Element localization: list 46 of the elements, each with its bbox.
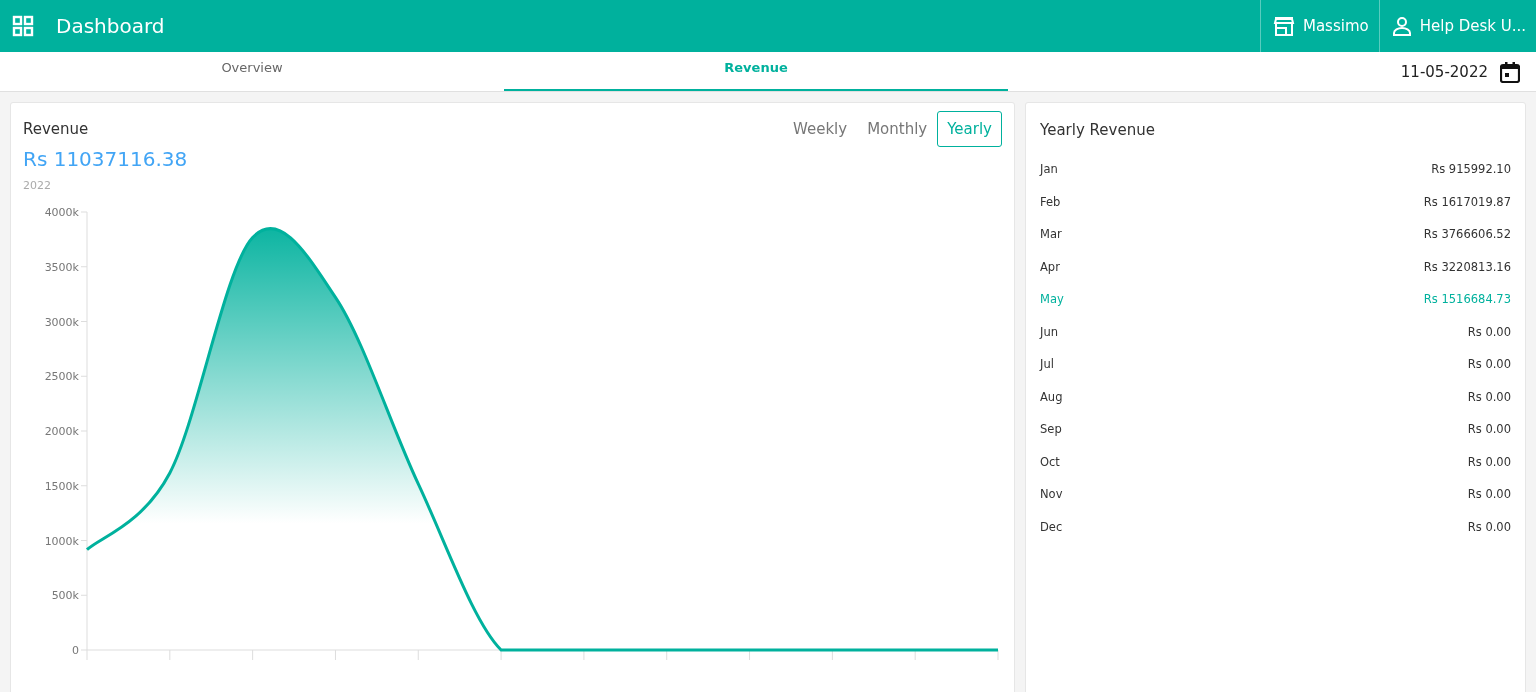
month-label: Jun bbox=[1040, 324, 1058, 339]
y-tick-label: 3500k bbox=[44, 260, 79, 274]
revenue-total: Rs 11037116.38 bbox=[23, 147, 189, 171]
period-toggle[interactable]: Yearly bbox=[937, 111, 1002, 147]
y-tick-label: 500k bbox=[51, 589, 79, 603]
amount-value: Rs 0.00 bbox=[1467, 422, 1511, 437]
month-label: Apr bbox=[1040, 259, 1060, 274]
year-label: 2022 bbox=[23, 179, 52, 192]
month-label: Nov bbox=[1040, 487, 1063, 502]
y-tick-label: 2500k bbox=[44, 370, 79, 384]
y-tick-label: 2000k bbox=[44, 425, 79, 438]
card-title: Revenue bbox=[23, 120, 90, 138]
grid-icon[interactable] bbox=[12, 15, 34, 37]
amount-value: Rs 1617019.87 bbox=[1423, 194, 1511, 209]
month-label: May bbox=[1040, 292, 1064, 307]
amount-value: Rs 0.00 bbox=[1467, 324, 1511, 339]
amount-value: Rs 3766606.52 bbox=[1423, 227, 1511, 242]
app-title: Dashboard bbox=[56, 14, 165, 38]
card-title: Yearly Revenue bbox=[1040, 121, 1156, 139]
calendar-icon[interactable] bbox=[1500, 60, 1520, 83]
month-label: Dec bbox=[1040, 519, 1063, 534]
month-label: Feb bbox=[1040, 194, 1061, 209]
tab[interactable]: Revenue bbox=[504, 52, 1008, 91]
amount-value: Rs 0.00 bbox=[1467, 487, 1511, 502]
y-tick-label: 1500k bbox=[44, 479, 79, 493]
amount-value: Rs 0.00 bbox=[1467, 389, 1511, 404]
month-label: Aug bbox=[1040, 389, 1063, 404]
amount-value: Rs 0.00 bbox=[1467, 519, 1511, 534]
month-label: Mar bbox=[1040, 227, 1062, 242]
amount-value: Rs 0.00 bbox=[1467, 357, 1511, 372]
month-label: Oct bbox=[1040, 454, 1060, 469]
tab[interactable]: Overview bbox=[0, 52, 504, 91]
month-label: Jul bbox=[1040, 357, 1054, 372]
date-text: 11-05-2022 bbox=[1400, 62, 1488, 81]
amount-value: Rs 0.00 bbox=[1467, 454, 1511, 469]
y-tick-label: 1000k bbox=[44, 534, 79, 548]
amount-value: Rs 1516684.73 bbox=[1423, 292, 1511, 307]
y-tick-label: 0 bbox=[72, 644, 79, 657]
user-icon bbox=[1391, 16, 1412, 36]
store-icon bbox=[1272, 16, 1295, 36]
amount-value: Rs 915992.10 bbox=[1431, 162, 1511, 177]
y-tick-label: 3000k bbox=[44, 315, 79, 329]
month-label: Jan bbox=[1040, 162, 1058, 177]
amount-value: Rs 3220813.16 bbox=[1423, 259, 1511, 274]
y-tick-label: 4000k bbox=[44, 206, 79, 219]
month-label: Sep bbox=[1040, 422, 1062, 437]
